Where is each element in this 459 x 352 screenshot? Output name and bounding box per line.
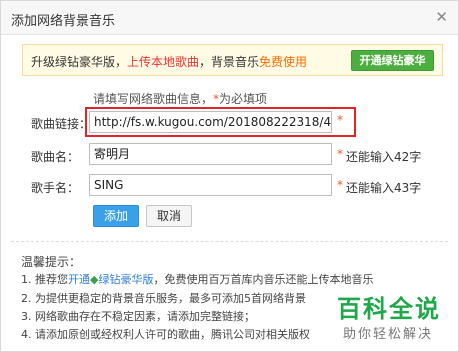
promo-text-3: ，背景音乐 bbox=[199, 55, 260, 69]
singer-required-star: * bbox=[337, 178, 343, 192]
close-icon[interactable]: ✕ bbox=[435, 9, 448, 25]
promo-banner: 升级绿钻豪华版，上传本地歌曲，背景音乐免费使用 开通绿钻豪华 bbox=[22, 44, 443, 76]
cancel-button[interactable]: 取消 bbox=[146, 205, 192, 227]
divider bbox=[11, 241, 448, 242]
song-name-label: 歌曲名： bbox=[31, 150, 80, 164]
song-url-label: 歌曲链接： bbox=[31, 117, 92, 131]
tip-item-4: 4. 请添加原创或经权利人许可的歌曲，腾讯公司对相关版权 bbox=[21, 328, 310, 341]
form-hint-required: 为必填项 bbox=[219, 92, 268, 106]
promo-text: 升级绿钻豪华版，上传本地歌曲，背景音乐免费使用 bbox=[31, 53, 307, 70]
tip-open-link[interactable]: 开通 bbox=[68, 273, 90, 286]
watermark-subtitle: 助你轻松解决 bbox=[343, 327, 434, 342]
tip-item-2: 2. 为提供更稳定的背景音乐服务，最多可添加5首网络背景 bbox=[21, 292, 306, 305]
url-highlight-annotation bbox=[85, 107, 356, 137]
tip-green-diamond-link[interactable]: 绿钻豪华版 bbox=[98, 273, 153, 286]
dialog-title: 添加网络背景音乐 bbox=[11, 14, 116, 29]
tip-1-prefix: 1. 推荐您 bbox=[21, 273, 68, 286]
tips-title: 温馨提示： bbox=[21, 255, 82, 269]
open-green-diamond-button[interactable]: 开通绿钻豪华 bbox=[351, 50, 434, 71]
singer-input[interactable]: SING bbox=[89, 174, 332, 196]
watermark-logo: 百科全说 助你轻松解决 bbox=[337, 289, 457, 349]
singer-remaining: 还能输入43字 bbox=[346, 181, 422, 195]
song-name-input[interactable]: 寄明月 bbox=[89, 143, 332, 165]
song-name-remaining: 还能输入42字 bbox=[346, 150, 422, 164]
dialog-titlebar: 添加网络背景音乐 ✕ bbox=[1, 1, 458, 35]
form-hint: 请填写网络歌曲信息，*为必填项 bbox=[93, 90, 267, 107]
song-name-required-star: * bbox=[337, 147, 343, 161]
promo-text-1: 升级绿钻豪华版， bbox=[31, 55, 128, 69]
promo-free-highlight: 免费使用 bbox=[259, 55, 308, 69]
tip-item-1: 1. 推荐您开通◆绿钻豪华版，免费使用百万首库内音乐还能上传本地音乐 bbox=[21, 271, 373, 287]
promo-upload-highlight: 上传本地歌曲 bbox=[127, 55, 200, 69]
singer-label: 歌手名： bbox=[31, 181, 80, 195]
add-music-dialog: 添加网络背景音乐 ✕ 升级绿钻豪华版，上传本地歌曲，背景音乐免费使用 开通绿钻豪… bbox=[0, 0, 459, 352]
watermark-title: 百科全说 bbox=[337, 295, 441, 323]
tip-item-3: 3. 网络歌曲存在不稳定因素，请添加完整链接； bbox=[21, 310, 255, 323]
tip-1-suffix: ，免费使用百万首库内音乐还能上传本地音乐 bbox=[153, 273, 374, 286]
add-button[interactable]: 添加 bbox=[93, 205, 139, 227]
form-hint-text: 请填写网络歌曲信息， bbox=[93, 92, 214, 106]
